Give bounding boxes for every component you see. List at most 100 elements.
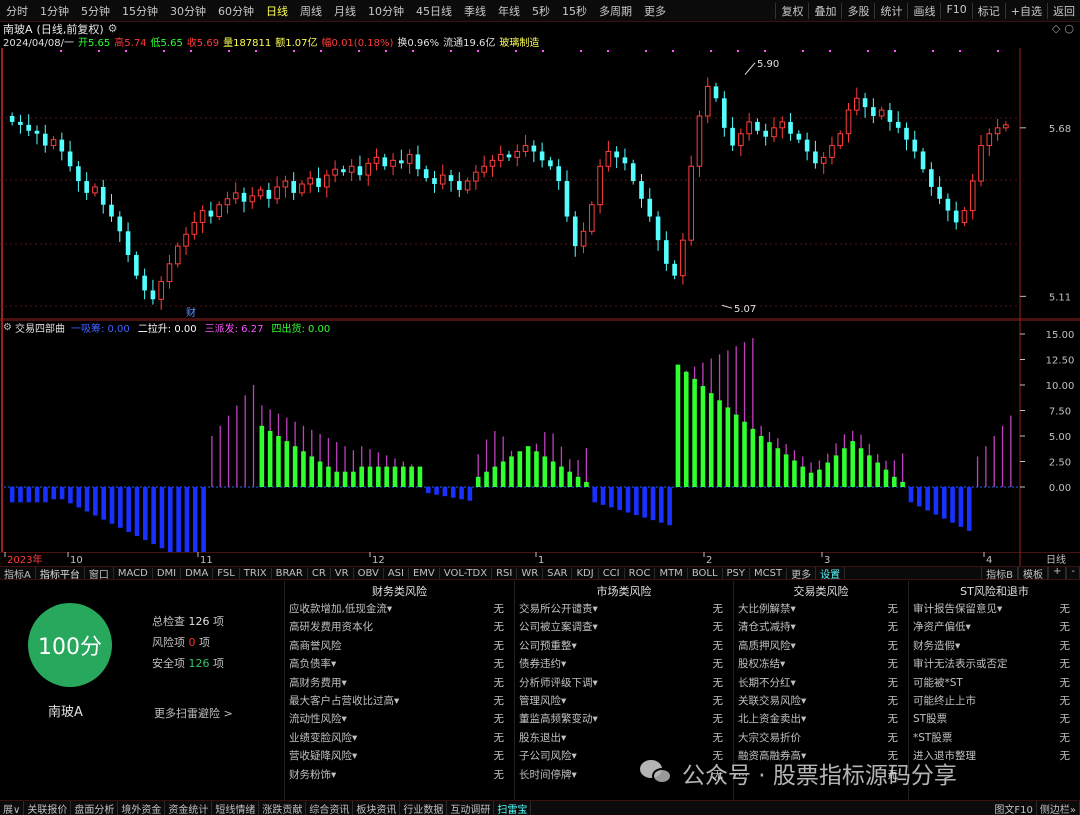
risk-item[interactable]: 高财务费用▾ 无	[285, 675, 514, 693]
risk-item[interactable]: 大宗交易折价 无	[734, 730, 908, 748]
indicator-tab-16[interactable]: WR	[517, 567, 544, 579]
circle-icon[interactable]: ○	[1064, 22, 1074, 35]
risk-item[interactable]: 最大客户占营收比过高▾ 无	[285, 693, 514, 711]
toolbar-button-1[interactable]: 叠加	[808, 2, 841, 19]
risk-item[interactable]: 北上资金卖出▾ 无	[734, 711, 908, 729]
indicator-tab-19[interactable]: CCI	[599, 567, 625, 579]
risk-item[interactable]: 审计无法表示或否定 无	[909, 656, 1080, 674]
risk-item[interactable]: 审计报告保留意见▾ 无	[909, 601, 1080, 619]
period-16[interactable]: 更多	[638, 3, 672, 19]
bottom-tab-9[interactable]: 行业数据	[400, 801, 448, 815]
period-14[interactable]: 15秒	[556, 3, 593, 19]
bottom-tab-0[interactable]: 展∨	[0, 801, 25, 815]
bottom-tab-5[interactable]: 短线情绪	[212, 801, 260, 815]
risk-item[interactable]: 分析师评级下调▾ 无	[515, 675, 733, 693]
risk-item[interactable]: 公司预重整▾ 无	[515, 638, 733, 656]
indicator-tab-1[interactable]: 指标平台	[36, 567, 85, 579]
bottom-tab-3[interactable]: 境外资金	[118, 801, 166, 815]
risk-item[interactable]: 财务造假▾ 无	[909, 638, 1080, 656]
more-scan-link[interactable]: 更多扫雷避险 >	[154, 705, 233, 721]
period-11[interactable]: 季线	[458, 3, 492, 19]
period-2[interactable]: 5分钟	[75, 3, 116, 19]
risk-item[interactable]: 长期不分红▾ 无	[734, 675, 908, 693]
indicator-tab-22[interactable]: BOLL	[688, 567, 723, 579]
indicator-tab-20[interactable]: ROC	[625, 567, 656, 579]
risk-item[interactable]: 高负债率▾ 无	[285, 656, 514, 674]
period-0[interactable]: 分时	[0, 3, 34, 19]
bottom-tab-10[interactable]: 互动调研	[447, 801, 495, 815]
indicator-tab-25[interactable]: 更多	[787, 567, 817, 579]
diamond-icon[interactable]: ◇	[1052, 22, 1060, 35]
ohlc-sector[interactable]: 玻璃制造	[499, 35, 539, 48]
risk-item[interactable]: 股东退出▾ 无	[515, 730, 733, 748]
risk-item[interactable]: 应收款增加,低现金流▾ 无	[285, 601, 514, 619]
settings-icon[interactable]: ⚙	[108, 22, 118, 35]
risk-item[interactable]: 关联交易风险▾ 无	[734, 693, 908, 711]
indicator-tab-26[interactable]: 设置	[816, 567, 846, 579]
risk-item[interactable]: 可能被*ST 无	[909, 675, 1080, 693]
risk-item[interactable]: 大比例解禁▾ 无	[734, 601, 908, 619]
risk-item[interactable]: 业绩变脸风险▾ 无	[285, 730, 514, 748]
indicator-tab-12[interactable]: ASI	[384, 567, 409, 579]
period-12[interactable]: 年线	[492, 3, 526, 19]
gear-icon[interactable]: ⚙	[3, 322, 12, 333]
indicator-tab-23[interactable]: PSY	[723, 567, 751, 579]
toolbar-button-6[interactable]: 标记	[971, 2, 1005, 19]
bottom-tab-8[interactable]: 板块资讯	[353, 801, 401, 815]
period-15[interactable]: 多周期	[593, 3, 638, 19]
risk-item[interactable]: 可能终止上市 无	[909, 693, 1080, 711]
indicator-tab-right-1[interactable]: 模板	[1018, 567, 1048, 579]
period-7[interactable]: 周线	[294, 3, 328, 19]
risk-item[interactable]: 清仓式减持▾ 无	[734, 619, 908, 637]
indicator-tab-7[interactable]: TRIX	[240, 567, 272, 579]
indicator-tab-21[interactable]: MTM	[655, 567, 688, 579]
risk-item[interactable]: 债券违约▾ 无	[515, 656, 733, 674]
risk-item[interactable]: 高商誉风险 无	[285, 638, 514, 656]
period-10[interactable]: 45日线	[410, 3, 458, 19]
toolbar-button-2[interactable]: 多股	[841, 2, 874, 19]
bottom-tab-2[interactable]: 盘面分析	[71, 801, 119, 815]
indicator-tab-18[interactable]: KDJ	[572, 567, 599, 579]
bottom-tab-11[interactable]: 扫雷宝	[494, 801, 532, 815]
indicator-tab-right-0[interactable]: 指标B	[981, 567, 1018, 579]
indicator-tab-15[interactable]: RSI	[492, 567, 518, 579]
period-13[interactable]: 5秒	[526, 3, 556, 19]
toolbar-button-5[interactable]: F10	[940, 2, 971, 19]
risk-item[interactable]: 营收疑降风险▾ 无	[285, 748, 514, 766]
risk-item[interactable]: 管理风险▾ 无	[515, 693, 733, 711]
period-6[interactable]: 日线	[260, 3, 294, 19]
bottom-right-0[interactable]: 图文F10	[991, 801, 1037, 815]
risk-item[interactable]: 高质押风险▾ 无	[734, 638, 908, 656]
risk-item[interactable]: 财务粉饰▾ 无	[285, 767, 514, 785]
period-8[interactable]: 月线	[328, 3, 362, 19]
period-3[interactable]: 15分钟	[116, 3, 164, 19]
indicator-tab-0[interactable]: 指标A	[0, 567, 36, 579]
indicator-tab-right-2[interactable]: +	[1048, 567, 1067, 579]
toolbar-button-3[interactable]: 统计	[874, 2, 907, 19]
indicator-tab-9[interactable]: CR	[308, 567, 331, 579]
risk-item[interactable]: 股权冻结▾ 无	[734, 656, 908, 674]
risk-item[interactable]: 交易所公开谴责▾ 无	[515, 601, 733, 619]
period-5[interactable]: 60分钟	[212, 3, 260, 19]
indicator-tab-10[interactable]: VR	[331, 567, 354, 579]
toolbar-button-8[interactable]: 返回	[1047, 2, 1080, 19]
risk-item[interactable]: 高研发费用资本化 无	[285, 619, 514, 637]
bottom-tab-7[interactable]: 综合资讯	[306, 801, 354, 815]
indicator-tab-6[interactable]: FSL	[213, 567, 240, 579]
risk-item[interactable]: 流动性风险▾ 无	[285, 711, 514, 729]
bottom-tab-1[interactable]: 关联报价	[24, 801, 72, 815]
indicator-tab-14[interactable]: VOL-TDX	[440, 567, 493, 579]
bottom-right-1[interactable]: 侧边栏»	[1037, 801, 1080, 815]
indicator-tab-2[interactable]: 窗口	[85, 567, 114, 579]
indicator-tab-5[interactable]: DMA	[181, 567, 214, 579]
bottom-tab-6[interactable]: 涨跌贡献	[259, 801, 307, 815]
indicator-tab-8[interactable]: BRAR	[272, 567, 308, 579]
period-1[interactable]: 1分钟	[34, 3, 75, 19]
indicator-tab-3[interactable]: MACD	[114, 567, 153, 579]
risk-item[interactable]: ST股票 无	[909, 711, 1080, 729]
indicator-tab-11[interactable]: OBV	[354, 567, 384, 579]
bottom-tab-4[interactable]: 资金统计	[165, 801, 213, 815]
toolbar-button-0[interactable]: 复权	[775, 2, 808, 19]
indicator-chart[interactable]: 15.0012.5010.007.505.002.500.00	[0, 320, 1080, 552]
risk-item[interactable]: 净资产偏低▾ 无	[909, 619, 1080, 637]
